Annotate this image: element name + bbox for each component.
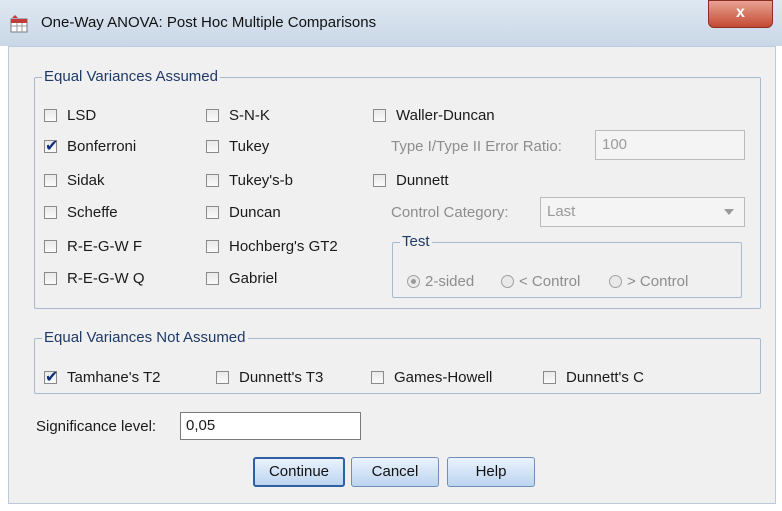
checkbox-box[interactable]	[206, 271, 219, 285]
checkbox-label: Dunnett	[396, 171, 449, 189]
checkbox-label: R-E-G-W Q	[67, 269, 145, 287]
checkbox-gabriel[interactable]: Gabriel	[206, 268, 277, 288]
dialog-body: Equal Variances Assumed LSD Bonferroni S…	[8, 46, 776, 504]
checkbox-box[interactable]	[216, 370, 229, 384]
checkbox-tukeys-b[interactable]: Tukey's-b	[206, 170, 293, 190]
checkbox-tamhane[interactable]: Tamhane's T2	[44, 367, 160, 387]
radio-label: 2-sided	[425, 272, 475, 290]
radio-button-selected[interactable]	[407, 274, 420, 288]
checkbox-box[interactable]	[373, 173, 386, 187]
checkbox-label: Dunnett's C	[566, 368, 644, 386]
checkbox-regwq[interactable]: R-E-G-W Q	[44, 268, 144, 288]
error-ratio-input[interactable]: 100	[595, 130, 745, 160]
checkbox-box[interactable]	[44, 205, 57, 219]
significance-input[interactable]: 0,05	[180, 412, 361, 440]
checkbox-dunnetts-c[interactable]: Dunnett's C	[543, 367, 644, 387]
checkbox-box[interactable]	[206, 108, 219, 122]
checkbox-label: Games-Howell	[394, 368, 493, 386]
checkbox-label: Tukey's-b	[229, 171, 293, 189]
cancel-button[interactable]: Cancel	[351, 457, 439, 487]
checkbox-snk[interactable]: S-N-K	[206, 105, 270, 125]
checkbox-duncan[interactable]: Duncan	[206, 202, 281, 222]
checkbox-box[interactable]	[373, 108, 386, 122]
continue-button[interactable]: Continue	[253, 457, 345, 487]
checkbox-box[interactable]	[206, 205, 219, 219]
chevron-down-icon	[724, 209, 734, 215]
checkbox-scheffe[interactable]: Scheffe	[44, 202, 118, 222]
radio-less-control[interactable]: < Control	[501, 271, 580, 291]
checkbox-box[interactable]	[44, 239, 57, 253]
checkbox-label: Hochberg's GT2	[229, 237, 338, 255]
significance-label: Significance level:	[36, 416, 156, 436]
error-ratio-text: Type I/Type II Error Ratio:	[391, 137, 562, 155]
checkbox-label: Bonferroni	[67, 137, 137, 155]
control-category-select[interactable]: Last	[540, 197, 745, 227]
radio-label: > Control	[627, 272, 689, 290]
checkbox-label: Gabriel	[229, 269, 278, 287]
checkbox-label: Tamhane's T2	[67, 368, 161, 386]
group-label-not-assumed: Equal Variances Not Assumed	[42, 329, 248, 346]
checkbox-lsd[interactable]: LSD	[44, 105, 96, 125]
checkbox-regwf[interactable]: R-E-G-W F	[44, 236, 142, 256]
help-button[interactable]: Help	[447, 457, 535, 487]
checkbox-box[interactable]	[206, 239, 219, 253]
control-category-label: Control Category:	[391, 202, 509, 222]
checkbox-box-checked[interactable]	[44, 367, 58, 387]
checkbox-games-howell[interactable]: Games-Howell	[371, 367, 492, 387]
control-category-value: Last	[547, 203, 576, 220]
group-label-test: Test	[400, 233, 432, 250]
checkbox-box[interactable]	[44, 108, 57, 122]
radio-2-sided[interactable]: 2-sided	[407, 271, 474, 291]
checkbox-dunnetts-t3[interactable]: Dunnett's T3	[216, 367, 323, 387]
error-ratio-label: Type I/Type II Error Ratio:	[391, 136, 562, 156]
checkbox-sidak[interactable]: Sidak	[44, 170, 105, 190]
checkbox-hochberg[interactable]: Hochberg's GT2	[206, 236, 338, 256]
checkbox-label: Scheffe	[67, 203, 118, 221]
checkbox-label: Sidak	[67, 171, 105, 189]
checkbox-bonferroni[interactable]: Bonferroni	[44, 136, 136, 156]
checkbox-dunnett[interactable]: Dunnett	[373, 170, 449, 190]
radio-button[interactable]	[609, 274, 622, 288]
title-bar: One-Way ANOVA: Post Hoc Multiple Compari…	[0, 0, 782, 46]
checkbox-box[interactable]	[44, 173, 57, 187]
checkbox-waller-duncan[interactable]: Waller-Duncan	[373, 105, 495, 125]
checkbox-label: S-N-K	[229, 106, 270, 124]
checkbox-label: LSD	[67, 106, 97, 124]
checkbox-box[interactable]	[44, 271, 57, 285]
checkbox-box-checked[interactable]	[44, 136, 58, 156]
close-button[interactable]: x	[708, 0, 773, 28]
significance-text: Significance level:	[36, 417, 157, 435]
checkbox-label: Duncan	[229, 203, 281, 221]
radio-label: < Control	[519, 272, 581, 290]
checkbox-label: Waller-Duncan	[396, 106, 495, 124]
radio-button[interactable]	[501, 274, 514, 288]
group-label-equal-assumed: Equal Variances Assumed	[42, 68, 220, 85]
checkbox-box[interactable]	[206, 139, 219, 153]
checkbox-box[interactable]	[206, 173, 219, 187]
checkbox-label: Tukey	[229, 137, 270, 155]
checkbox-box[interactable]	[543, 370, 556, 384]
checkbox-label: R-E-G-W F	[67, 237, 142, 255]
control-category-text: Control Category:	[391, 203, 509, 221]
window-title: One-Way ANOVA: Post Hoc Multiple Compari…	[41, 14, 377, 31]
radio-greater-control[interactable]: > Control	[609, 271, 688, 291]
checkbox-tukey[interactable]: Tukey	[206, 136, 269, 156]
checkbox-label: Dunnett's T3	[239, 368, 324, 386]
checkbox-box[interactable]	[371, 370, 384, 384]
spss-app-icon	[10, 15, 28, 33]
